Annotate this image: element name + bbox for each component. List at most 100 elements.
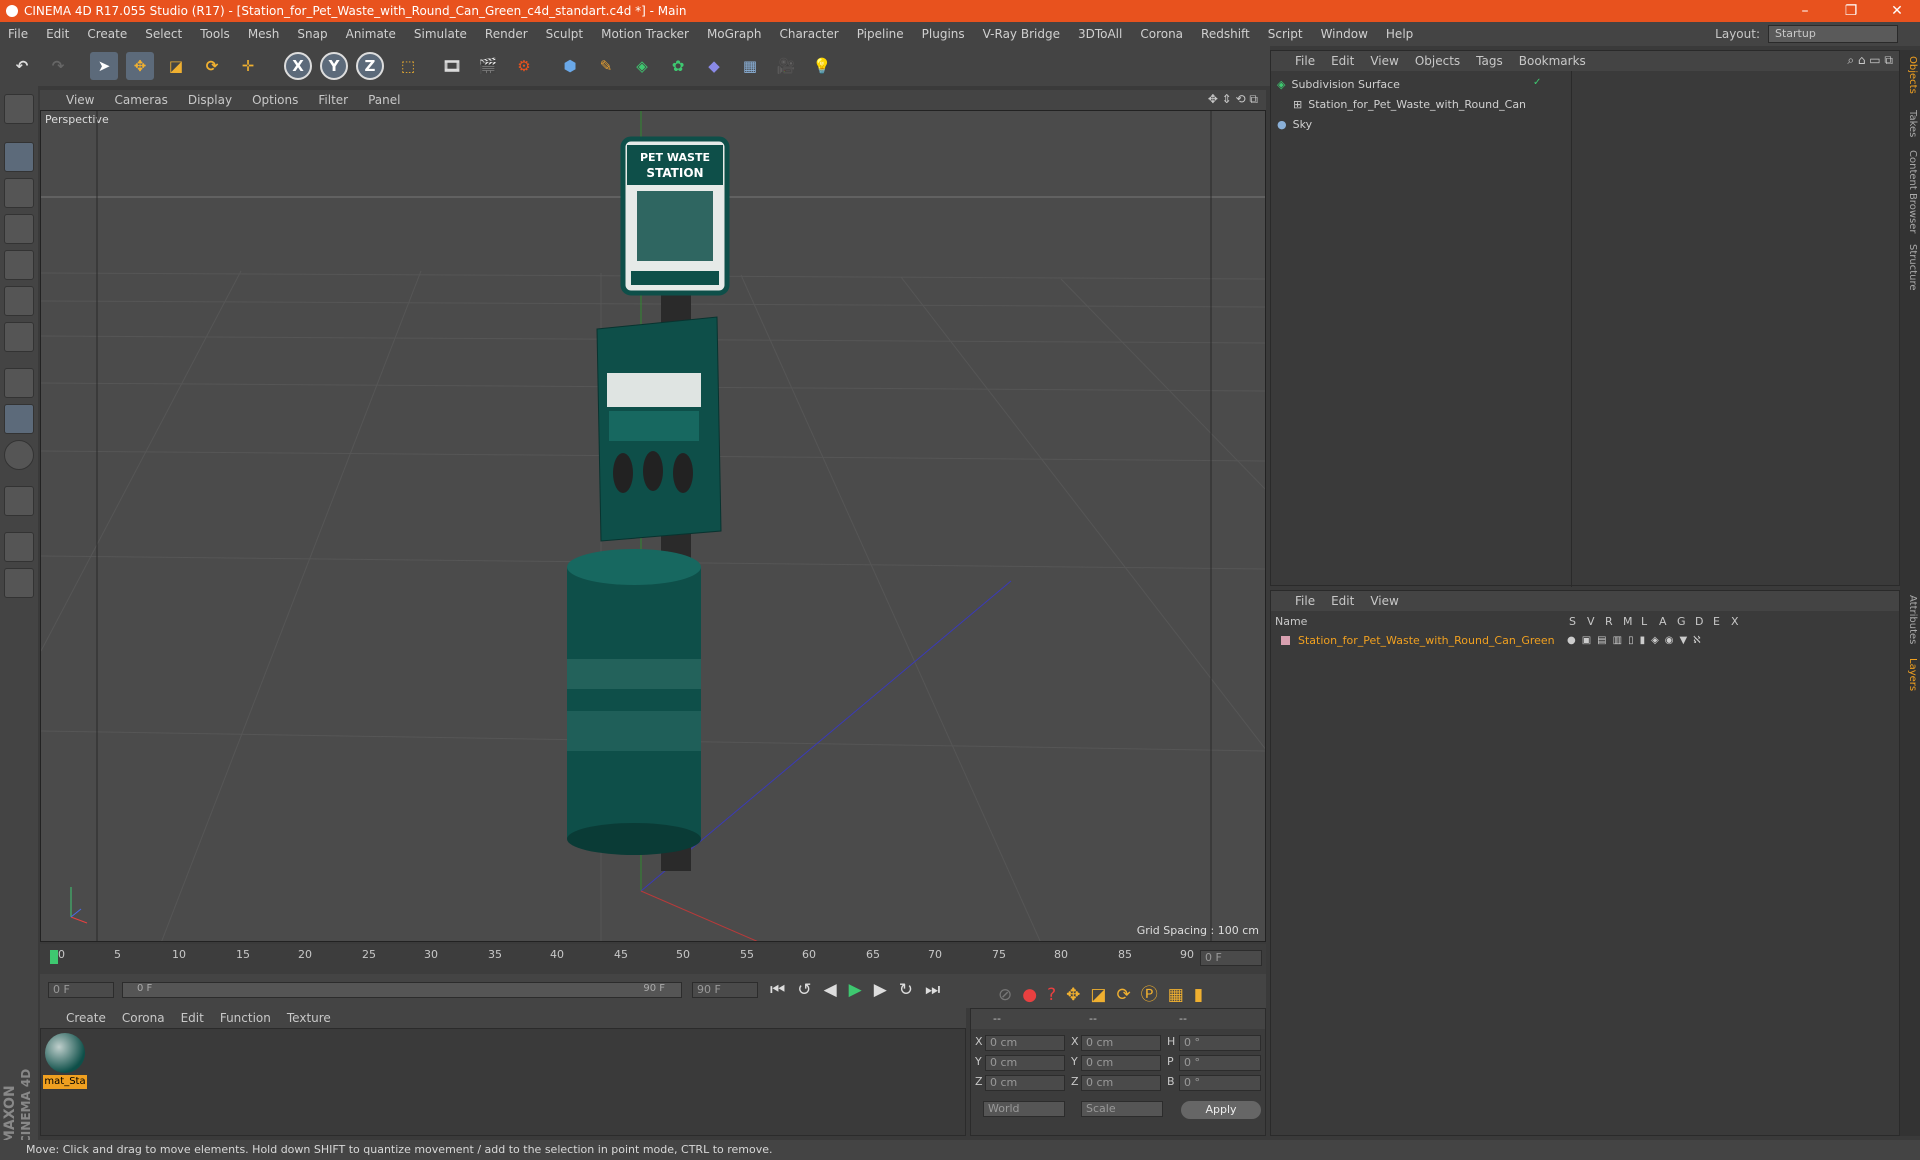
timeline-window-icon[interactable]: ▮ <box>1194 985 1213 1005</box>
edges-mode-icon[interactable] <box>4 286 34 316</box>
scale-tool-icon[interactable]: ◪ <box>162 52 190 80</box>
rotate-tool-icon[interactable]: ⟳ <box>198 52 226 80</box>
viewport-menu-panel[interactable]: Panel <box>368 93 400 107</box>
obj-menu-bookmarks[interactable]: Bookmarks <box>1519 54 1586 68</box>
obj-menu-tags[interactable]: Tags <box>1476 54 1503 68</box>
current-frame-field[interactable]: 0 F <box>1200 950 1262 966</box>
coordinate-system-icon[interactable]: ⬚ <box>394 52 422 80</box>
cube-primitive-icon[interactable]: ⬢ <box>556 52 584 80</box>
live-select-icon[interactable]: ✛ <box>234 52 262 80</box>
light-icon[interactable]: 💡 <box>808 52 836 80</box>
size-mode-select[interactable]: Scale <box>1081 1101 1163 1117</box>
key-param-icon[interactable]: Ⓟ <box>1141 985 1168 1005</box>
workplane-icon[interactable] <box>4 214 34 244</box>
apply-button[interactable]: Apply <box>1181 1101 1261 1119</box>
layer-row[interactable]: Station_for_Pet_Waste_with_Round_Can_Gre… <box>1281 631 1881 649</box>
mat-menu-create[interactable]: Create <box>66 1011 106 1025</box>
tab-attributes[interactable]: Attributes <box>1902 595 1918 644</box>
obj-menu-view[interactable]: View <box>1370 54 1398 68</box>
enable-check-icon[interactable]: ✓ <box>1533 77 1541 88</box>
menu-file[interactable]: File <box>8 27 28 41</box>
viewport-menu-display[interactable]: Display <box>188 93 232 107</box>
prev-key-icon[interactable]: ↺ <box>797 980 823 1000</box>
key-position-icon[interactable]: ✥ <box>1066 985 1090 1005</box>
layer-toggle-icons[interactable]: ●▣▤▥▯▮◈◉▼ℵ <box>1567 635 1707 646</box>
layout-select[interactable]: Startup <box>1768 25 1898 43</box>
rot-h-field[interactable]: 0 ° <box>1179 1035 1261 1051</box>
menu-corona[interactable]: Corona <box>1140 27 1183 41</box>
loop-icon[interactable]: ↻ <box>899 980 925 1000</box>
select-arrow-icon[interactable]: ➤ <box>90 52 118 80</box>
size-y-field[interactable]: 0 cm <box>1081 1055 1161 1071</box>
obj-menu-edit[interactable]: Edit <box>1331 54 1354 68</box>
coord-system-select[interactable]: World <box>983 1101 1065 1117</box>
z-axis-toggle[interactable]: Z <box>356 52 384 80</box>
solo-mode-icon[interactable] <box>4 440 34 470</box>
spline-pen-icon[interactable]: ✎ <box>592 52 620 80</box>
end-frame-field[interactable]: 90 F <box>692 982 758 998</box>
layer-menu-edit[interactable]: Edit <box>1331 594 1354 608</box>
tree-item-subdivision[interactable]: ◈ Subdivision Surface <box>1277 75 1557 93</box>
snap-magnet-icon[interactable] <box>4 486 34 516</box>
model-mode-icon[interactable] <box>4 142 34 172</box>
menu-vray-bridge[interactable]: V-Ray Bridge <box>983 27 1060 41</box>
render-settings-icon[interactable]: ⚙ <box>510 52 538 80</box>
workplane-lock-icon[interactable] <box>4 532 34 562</box>
tab-structure[interactable]: Structure <box>1902 244 1918 291</box>
auto-key-icon[interactable]: ? <box>1047 985 1066 1005</box>
prev-frame-icon[interactable]: ◀ <box>824 980 849 1000</box>
menu-animate[interactable]: Animate <box>346 27 396 41</box>
go-start-icon[interactable]: ⏮ <box>770 980 797 1000</box>
menu-select[interactable]: Select <box>145 27 182 41</box>
tab-layers[interactable]: Layers <box>1902 658 1918 691</box>
keyframe-controls[interactable]: ⊘●?✥◪⟳Ⓟ▦▮ <box>998 980 1213 1005</box>
y-axis-toggle[interactable]: Y <box>320 52 348 80</box>
pos-z-field[interactable]: 0 cm <box>985 1075 1065 1091</box>
render-view-icon[interactable]: 🎞 <box>438 52 466 80</box>
menu-character[interactable]: Character <box>779 27 838 41</box>
tree-item-station[interactable]: ⊞ Station_for_Pet_Waste_with_Round_Can <box>1293 95 1573 113</box>
move-tool-icon[interactable]: ✥ <box>126 52 154 80</box>
next-frame-icon[interactable]: ▶ <box>874 980 899 1000</box>
menu-edit[interactable]: Edit <box>46 27 69 41</box>
play-icon[interactable]: ▶ <box>849 980 874 1000</box>
x-axis-toggle[interactable]: X <box>284 52 312 80</box>
redo-icon[interactable]: ↷ <box>44 52 72 80</box>
menu-mograph[interactable]: MoGraph <box>707 27 762 41</box>
menu-motion-tracker[interactable]: Motion Tracker <box>601 27 689 41</box>
size-z-field[interactable]: 0 cm <box>1081 1075 1161 1091</box>
motion-record-icon[interactable]: ⊘ <box>998 985 1022 1005</box>
go-end-icon[interactable]: ⏭ <box>925 980 952 1000</box>
grid-snap-icon[interactable] <box>4 568 34 598</box>
deformer-icon[interactable]: ◆ <box>700 52 728 80</box>
start-frame-field[interactable]: 0 F <box>48 982 114 998</box>
polygons-mode-icon[interactable] <box>4 322 34 352</box>
mat-menu-function[interactable]: Function <box>220 1011 271 1025</box>
obj-search-icon[interactable]: ⌕ ⌂ ▭ ⧉ <box>1847 53 1893 68</box>
playback-controls[interactable]: ⏮↺◀▶▶↻⏭ <box>770 980 952 1000</box>
mat-menu-texture[interactable]: Texture <box>287 1011 331 1025</box>
texture-mode-icon[interactable] <box>4 178 34 208</box>
menu-redshift[interactable]: Redshift <box>1201 27 1250 41</box>
key-rotation-icon[interactable]: ⟳ <box>1116 985 1140 1005</box>
floor-icon[interactable]: ▦ <box>736 52 764 80</box>
pos-x-field[interactable]: 0 cm <box>985 1035 1065 1051</box>
material-swatch[interactable]: mat_Sta <box>43 1031 87 1089</box>
menu-mesh[interactable]: Mesh <box>248 27 280 41</box>
mat-menu-edit[interactable]: Edit <box>181 1011 204 1025</box>
layer-menu-view[interactable]: View <box>1370 594 1398 608</box>
pos-y-field[interactable]: 0 cm <box>985 1055 1065 1071</box>
menu-plugins[interactable]: Plugins <box>922 27 965 41</box>
record-key-icon[interactable]: ● <box>1022 985 1047 1005</box>
obj-menu-objects[interactable]: Objects <box>1415 54 1460 68</box>
menu-help[interactable]: Help <box>1386 27 1413 41</box>
menu-create[interactable]: Create <box>87 27 127 41</box>
tweak-mode-icon[interactable] <box>4 404 34 434</box>
viewport-menu-options[interactable]: Options <box>252 93 298 107</box>
tree-item-sky[interactable]: ● Sky <box>1277 115 1557 133</box>
3d-viewport[interactable]: Perspective PET WASTE STATION Grid Spaci… <box>40 110 1266 942</box>
viewport-nav-icons[interactable]: ✥ ⇕ ⟲ ⧉ <box>1208 92 1258 107</box>
frame-range-slider[interactable]: 0 F 90 F <box>122 982 682 998</box>
key-pla-icon[interactable]: ▦ <box>1168 985 1194 1005</box>
axis-mode-icon[interactable] <box>4 368 34 398</box>
